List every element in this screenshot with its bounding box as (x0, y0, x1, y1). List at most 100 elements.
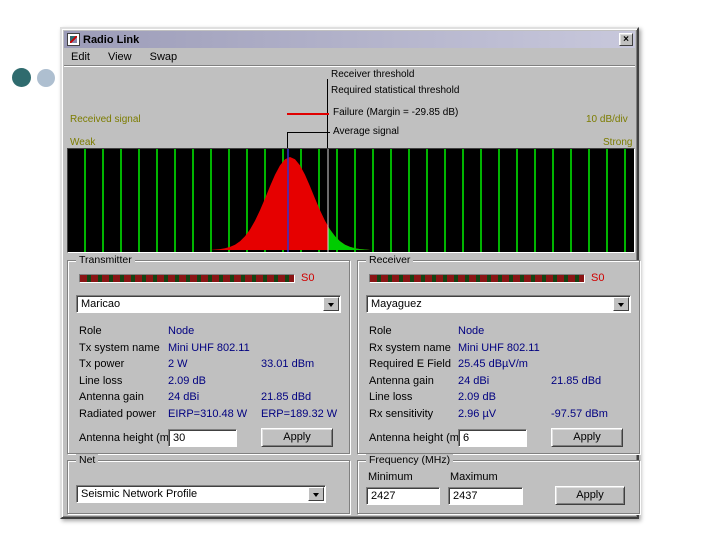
rx-antenna-height-input[interactable] (458, 429, 527, 447)
frequency-maximum-label: Maximum (450, 471, 498, 483)
rx-detail-rows: Role Node Rx system name Mini UHF 802.11 R… (369, 323, 633, 422)
frequency-minimum-label: Minimum (368, 471, 413, 483)
row-value2: ERP=189.32 W (261, 407, 338, 420)
table-row: Antenna gain 24 dBi 21.85 dBd (369, 373, 633, 390)
rx-signal-meter-label: S0 (591, 272, 605, 284)
table-row: Tx power 2 W 33.01 dBm (79, 356, 343, 373)
failure-margin-label: Failure (Margin = -29.85 dB) (333, 107, 459, 118)
menu-swap[interactable]: Swap (150, 51, 178, 63)
receiver-group: Receiver S0 Mayaguez Role Node Rx system … (357, 254, 640, 454)
signal-chart-svg (210, 149, 370, 252)
table-row: Role Node (369, 323, 633, 340)
close-icon[interactable]: × (619, 33, 633, 46)
row-value: 25.45 dBµV/m (458, 358, 528, 371)
frequency-apply-button[interactable]: Apply (555, 486, 625, 505)
frequency-minimum-input[interactable] (366, 487, 440, 505)
average-connector-hline (287, 132, 330, 133)
tx-signal-meter-label: S0 (301, 272, 315, 284)
title-bar: Radio Link × (64, 31, 635, 48)
tx-unit-selected: Maricao (81, 298, 121, 310)
table-row: Required E Field 25.45 dBµV/m (369, 356, 633, 373)
row-value: Mini UHF 802.11 (168, 341, 250, 354)
receiver-threshold-label: Receiver threshold (331, 69, 415, 80)
tx-unit-dropdown-button[interactable] (323, 297, 339, 311)
decorative-circle-dark (12, 68, 31, 87)
row-label: Line loss (79, 374, 123, 387)
menu-bar: Edit View Swap (64, 48, 635, 66)
row-label: Antenna gain (79, 391, 144, 404)
net-group-label: Net (76, 454, 99, 466)
transmitter-group: Transmitter S0 Maricao Role Node Tx syste… (67, 254, 350, 454)
row-value: 2.09 dB (168, 374, 206, 387)
row-value: EIRP=310.48 W (168, 407, 248, 420)
required-threshold-label: Required statistical threshold (331, 85, 460, 96)
tx-antenna-height-input[interactable] (168, 429, 237, 447)
frequency-maximum-input[interactable] (448, 487, 523, 505)
tx-antenna-height-label: Antenna height (m) (79, 432, 173, 444)
strong-label: Strong (603, 137, 633, 148)
rx-apply-button[interactable]: Apply (551, 428, 623, 447)
row-label: Antenna gain (369, 374, 434, 387)
chevron-down-icon (328, 302, 334, 310)
row-label: Rx system name (369, 341, 451, 354)
net-group: Net Seismic Network Profile (67, 454, 350, 514)
average-signal-label: Average signal (333, 126, 399, 137)
table-row: Role Node (79, 323, 343, 340)
pass-region-curve (328, 226, 370, 250)
rx-antenna-height-label: Antenna height (m) (369, 432, 463, 444)
chevron-down-icon (313, 492, 319, 500)
scale-label: 10 dB/div (586, 114, 628, 125)
row-label: Rx sensitivity (369, 407, 434, 420)
row-label: Role (369, 325, 392, 338)
row-value: 2.09 dB (458, 391, 496, 404)
table-row: Radiated power EIRP=310.48 W ERP=189.32 W (79, 406, 343, 423)
tx-detail-rows: Role Node Tx system name Mini UHF 802.11 T… (79, 323, 343, 422)
rx-unit-select[interactable]: Mayaguez (366, 295, 631, 313)
row-value2: -97.57 dBm (551, 407, 608, 420)
rx-signal-meter (369, 274, 585, 283)
table-row: Rx system name Mini UHF 802.11 (369, 340, 633, 357)
frequency-group-label: Frequency (MHz) (366, 454, 454, 466)
failure-margin-line (287, 113, 329, 115)
decorative-circle-light (37, 69, 55, 87)
rx-unit-dropdown-button[interactable] (613, 297, 629, 311)
menu-view[interactable]: View (108, 51, 132, 63)
receiver-group-label: Receiver (366, 254, 414, 266)
row-label: Tx power (79, 358, 125, 371)
net-selected: Seismic Network Profile (81, 488, 198, 500)
tx-unit-select[interactable]: Maricao (76, 295, 341, 313)
row-value: Node (458, 325, 485, 338)
received-signal-label: Received signal (70, 114, 141, 125)
weak-label: Weak (70, 137, 96, 148)
tx-signal-meter (79, 274, 295, 283)
row-value: 2.96 µV (458, 407, 497, 420)
transmitter-group-label: Transmitter (76, 254, 135, 266)
row-value: Node (168, 325, 195, 338)
row-label: Required E Field (369, 358, 451, 371)
row-value: 2 W (168, 358, 188, 371)
tx-apply-button[interactable]: Apply (261, 428, 333, 447)
window-title: Radio Link (83, 33, 140, 46)
row-value2: 21.85 dBd (261, 391, 312, 404)
table-row: Line loss 2.09 dB (79, 373, 343, 390)
table-row: Antenna gain 24 dBi 21.85 dBd (79, 389, 343, 406)
window-icon (67, 33, 80, 46)
row-label: Radiated power (79, 407, 157, 420)
table-row: Tx system name Mini UHF 802.11 (79, 340, 343, 357)
row-label: Line loss (369, 391, 413, 404)
row-value2: 33.01 dBm (261, 358, 315, 371)
radio-link-window: Radio Link × Edit View Swap Receiver thr… (60, 27, 640, 519)
chevron-down-icon (618, 302, 624, 310)
table-row: Rx sensitivity 2.96 µV -97.57 dBm (369, 406, 633, 423)
net-dropdown-button[interactable] (308, 487, 324, 501)
rx-unit-selected: Mayaguez (371, 298, 422, 310)
frequency-group: Frequency (MHz) Minimum Maximum Apply (357, 454, 640, 514)
net-select[interactable]: Seismic Network Profile (76, 485, 326, 503)
table-row: Line loss 2.09 dB (369, 389, 633, 406)
row-value2: 21.85 dBd (551, 374, 602, 387)
row-value: Mini UHF 802.11 (458, 341, 540, 354)
menu-edit[interactable]: Edit (71, 51, 90, 63)
row-label: Role (79, 325, 102, 338)
average-connector-vline (287, 132, 288, 148)
row-label: Tx system name (79, 341, 160, 354)
